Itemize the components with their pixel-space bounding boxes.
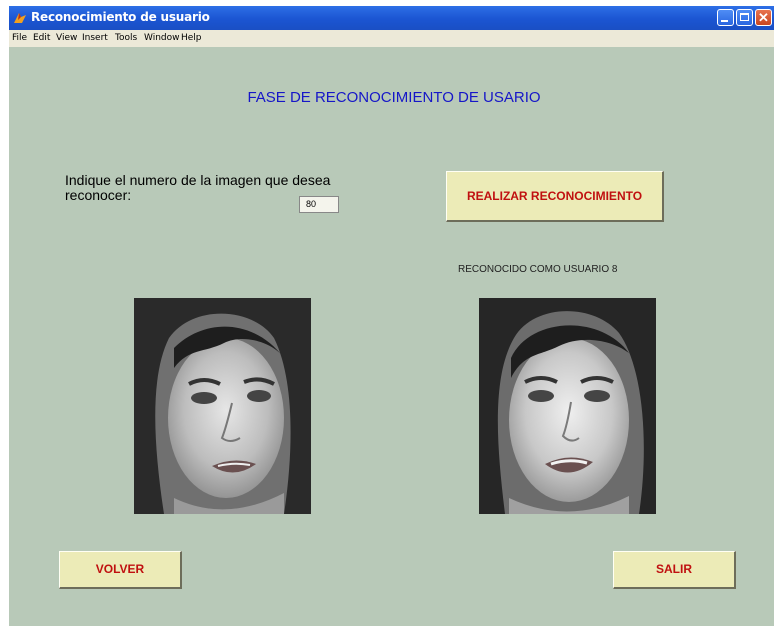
menu-view[interactable]: View <box>56 33 77 43</box>
menu-tools[interactable]: Tools <box>115 33 137 43</box>
close-icon: ✕ <box>758 10 769 25</box>
exit-button[interactable]: SALIR <box>613 551 736 589</box>
window-title: Reconocimiento de usuario <box>31 10 210 24</box>
maximize-icon <box>740 13 749 21</box>
matched-face-image <box>479 298 656 514</box>
figure-window: Reconocimiento de usuario ✕ File Edit Vi… <box>9 6 774 626</box>
image-number-field[interactable]: 80 <box>299 196 339 213</box>
menu-insert[interactable]: Insert <box>82 33 108 43</box>
minimize-icon <box>721 20 728 22</box>
title-bar[interactable]: Reconocimiento de usuario ✕ <box>9 6 774 30</box>
recognize-button[interactable]: REALIZAR RECONOCIMIENTO <box>446 171 664 222</box>
query-face-image <box>134 298 311 514</box>
recognition-result: RECONOCIDO COMO USUARIO 8 <box>458 264 618 275</box>
minimize-button[interactable] <box>717 9 734 26</box>
page-title: FASE DE RECONOCIMIENTO DE USARIO <box>247 89 541 106</box>
back-button[interactable]: VOLVER <box>59 551 182 589</box>
menu-file[interactable]: File <box>12 33 27 43</box>
menu-bar: File Edit View Insert Tools Window Help <box>9 30 774 47</box>
menu-window[interactable]: Window <box>144 33 180 43</box>
maximize-button[interactable] <box>736 9 753 26</box>
menu-edit[interactable]: Edit <box>33 33 50 43</box>
menu-help[interactable]: Help <box>181 33 202 43</box>
close-button[interactable]: ✕ <box>755 9 772 26</box>
matlab-figure-icon <box>14 13 26 23</box>
